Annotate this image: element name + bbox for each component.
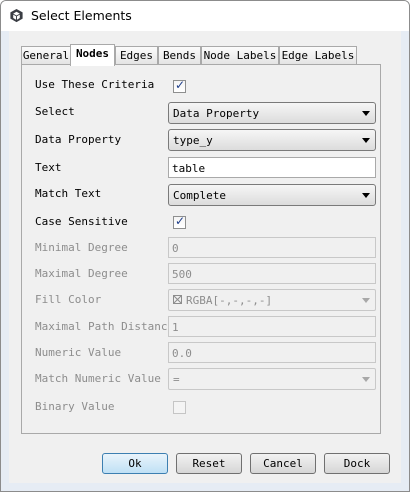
nodes-criteria-panel: Use These Criteria ✓ Select Data Propert… bbox=[21, 64, 381, 434]
dropdown-arrow-icon bbox=[362, 138, 370, 143]
maximal-degree-label: Maximal Degree bbox=[35, 267, 128, 280]
fill-color-dropdown[interactable]: RGBA[-,-,-,-] bbox=[168, 289, 376, 311]
checkmark-icon: ✓ bbox=[175, 214, 186, 228]
dock-button[interactable]: Dock bbox=[324, 453, 390, 474]
match-text-value: Complete bbox=[173, 189, 226, 202]
numeric-value-input[interactable]: 0.0 bbox=[168, 342, 376, 363]
reset-button[interactable]: Reset bbox=[176, 453, 242, 474]
text-input-value: table bbox=[172, 162, 206, 175]
match-numeric-value-dropdown[interactable]: = bbox=[168, 368, 376, 390]
maximal-degree-value: 500 bbox=[172, 268, 192, 281]
dialog-content: General Nodes Edges Bends Node Labels Ed… bbox=[9, 31, 401, 483]
title-bar[interactable]: Select Elements bbox=[1, 1, 409, 31]
data-property-label: Data Property bbox=[35, 133, 122, 146]
fill-color-label: Fill Color bbox=[35, 293, 102, 306]
numeric-value-value: 0.0 bbox=[172, 347, 192, 360]
use-criteria-checkbox[interactable]: ✓ bbox=[173, 78, 186, 93]
tab-bends[interactable]: Bends bbox=[158, 46, 201, 64]
data-property-value: type_y bbox=[173, 134, 213, 147]
maximal-path-distance-value: 1 bbox=[172, 321, 179, 334]
maximal-degree-input[interactable]: 500 bbox=[168, 263, 376, 284]
fill-color-value: RGBA[-,-,-,-] bbox=[186, 294, 273, 307]
minimal-degree-label: Minimal Degree bbox=[35, 241, 128, 254]
dropdown-arrow-icon bbox=[362, 193, 370, 198]
data-property-dropdown[interactable]: type_y bbox=[168, 129, 376, 151]
match-text-label: Match Text bbox=[35, 187, 102, 200]
minimal-degree-input[interactable]: 0 bbox=[168, 237, 376, 258]
binary-value-checkbox[interactable] bbox=[173, 401, 186, 414]
text-input[interactable]: table bbox=[168, 157, 376, 178]
dropdown-arrow-icon bbox=[362, 377, 370, 382]
numeric-value-label: Numeric Value bbox=[35, 346, 122, 359]
case-sensitive-label: Case Sensitive bbox=[35, 215, 128, 228]
use-criteria-label: Use These Criteria bbox=[35, 78, 155, 91]
tab-general[interactable]: General bbox=[21, 46, 71, 64]
select-label: Select bbox=[35, 105, 75, 118]
maximal-path-distance-label: Maximal Path Distance bbox=[35, 320, 175, 333]
tab-node-labels[interactable]: Node Labels bbox=[201, 46, 279, 64]
dropdown-arrow-icon bbox=[362, 298, 370, 303]
cancel-button[interactable]: Cancel bbox=[250, 453, 316, 474]
case-sensitive-checkbox[interactable]: ✓ bbox=[173, 214, 186, 229]
dropdown-arrow-icon bbox=[362, 111, 370, 116]
window-title: Select Elements bbox=[31, 8, 132, 23]
select-value: Data Property bbox=[173, 107, 260, 120]
maximal-path-distance-input[interactable]: 1 bbox=[168, 316, 376, 337]
tab-nodes[interactable]: Nodes bbox=[70, 44, 115, 66]
select-dropdown[interactable]: Data Property bbox=[168, 102, 376, 124]
select-elements-dialog: Select Elements General Nodes Edges Bend… bbox=[0, 0, 410, 492]
app-cube-icon bbox=[10, 8, 23, 23]
tab-edge-labels[interactable]: Edge Labels bbox=[279, 46, 357, 64]
checkmark-icon: ✓ bbox=[175, 78, 186, 92]
minimal-degree-value: 0 bbox=[172, 242, 179, 255]
text-label: Text bbox=[35, 161, 62, 174]
match-numeric-value-value: = bbox=[173, 373, 180, 386]
match-text-dropdown[interactable]: Complete bbox=[168, 184, 376, 206]
binary-value-label: Binary Value bbox=[35, 400, 115, 413]
color-swatch-icon bbox=[173, 295, 182, 304]
tab-edges[interactable]: Edges bbox=[115, 46, 158, 64]
match-numeric-value-label: Match Numeric Value bbox=[35, 372, 161, 385]
ok-button[interactable]: Ok bbox=[102, 453, 168, 474]
